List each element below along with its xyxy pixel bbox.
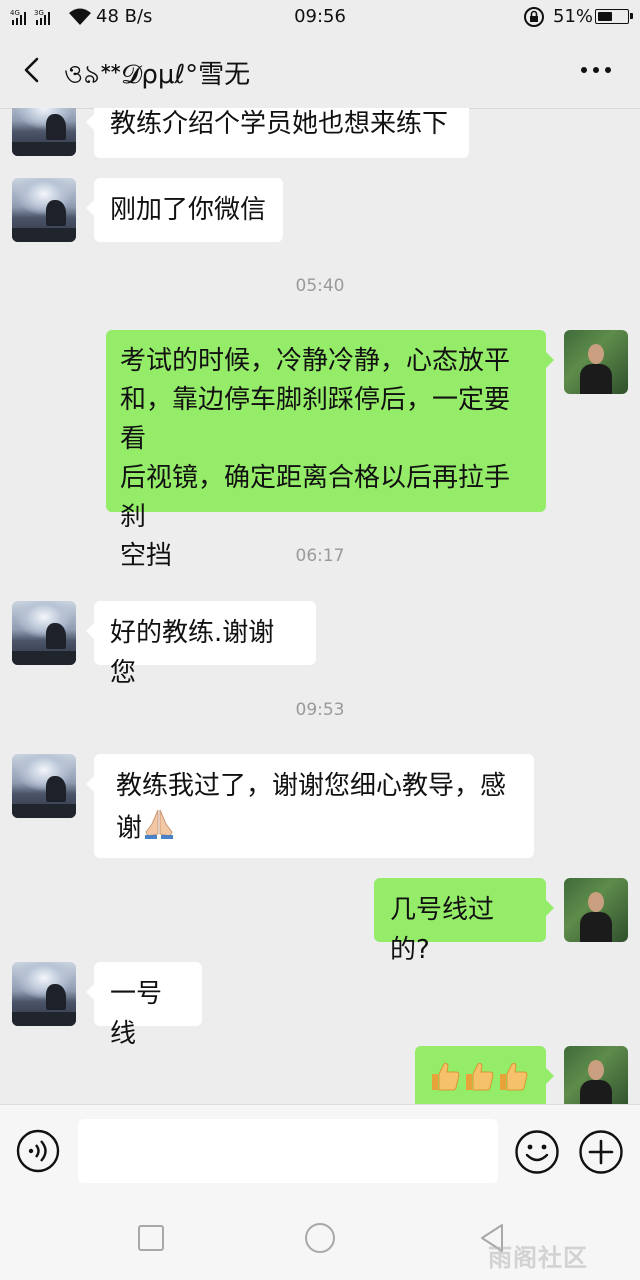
plus-icon[interactable]: [578, 1129, 624, 1175]
battery-icon: [595, 9, 633, 24]
my-avatar[interactable]: [564, 1046, 628, 1104]
contact-avatar[interactable]: [12, 754, 76, 818]
contact-avatar[interactable]: [12, 108, 76, 156]
message-line: 谢: [116, 813, 143, 844]
message-line: 教练我过了，谢谢您细心教导，感: [116, 771, 507, 801]
home-button[interactable]: [302, 1220, 338, 1256]
message-timestamp: 09:53: [295, 700, 345, 720]
message-text: 教练介绍个学员她也想来练下: [110, 109, 449, 139]
message-line-with-emoji: 谢: [116, 806, 518, 852]
my-avatar[interactable]: [564, 878, 628, 942]
my-avatar[interactable]: [564, 330, 628, 394]
message-text: 好的教练.谢谢您: [110, 618, 275, 688]
outgoing-message[interactable]: 考试的时候，冷静冷静，心态放平 和，靠边停车脚刹踩停后，一定要看 后视镜，确定距…: [106, 330, 554, 571]
message-timestamp: 06:17: [295, 546, 345, 566]
chat-title: ও৯ᕯ𝓓ρμℓ°雪无: [64, 60, 251, 90]
recent-apps-button[interactable]: [133, 1220, 169, 1256]
incoming-message[interactable]: 一号线: [86, 962, 202, 1049]
more-icon[interactable]: [576, 56, 616, 84]
message-list[interactable]: 教练介绍个学员她也想来练下 刚加了你微信 05:40 考试的时候，冷静冷静，心态…: [0, 108, 640, 1104]
input-bar: [0, 1104, 640, 1201]
message-line: 和，靠边停车脚刹踩停后，一定要看: [120, 385, 511, 454]
contact-avatar[interactable]: [12, 962, 76, 1026]
incoming-message[interactable]: 刚加了你微信: [86, 178, 283, 242]
incoming-message[interactable]: 教练我过了，谢谢您细心教导，感 谢: [86, 754, 534, 858]
chat-header: ও৯ᕯ𝓓ρμℓ°雪无: [0, 34, 640, 109]
outgoing-message[interactable]: 几号线过的?: [374, 878, 554, 965]
back-arrow-icon[interactable]: [18, 56, 46, 84]
status-bar: 4G 3G 48 B/s 09:56 51%: [0, 0, 640, 34]
thumbs-up-icon: [429, 1060, 531, 1104]
watermark-logo: 雨阁社区: [488, 1244, 588, 1272]
message-timestamp: 05:40: [295, 276, 345, 296]
message-text: 一号线: [110, 979, 163, 1049]
contact-avatar[interactable]: [12, 601, 76, 665]
message-line: 后视镜，确定距离合格以后再拉手刹: [120, 463, 511, 532]
message-text: 刚加了你微信: [110, 195, 267, 225]
message-line: 考试的时候，冷静冷静，心态放平: [120, 346, 511, 376]
folded-hands-icon: [142, 806, 176, 852]
message-input[interactable]: [78, 1119, 498, 1183]
message-text: 几号线过的?: [390, 895, 495, 965]
incoming-message[interactable]: 教练介绍个学员她也想来练下: [86, 108, 469, 158]
incoming-message[interactable]: 好的教练.谢谢您: [86, 601, 316, 688]
outgoing-message[interactable]: [415, 1046, 554, 1104]
voice-icon[interactable]: [16, 1129, 60, 1173]
battery-percent: 51%: [553, 6, 594, 27]
contact-avatar[interactable]: [12, 178, 76, 242]
emoji-icon[interactable]: [514, 1129, 560, 1175]
rotation-lock-icon: [522, 5, 546, 34]
